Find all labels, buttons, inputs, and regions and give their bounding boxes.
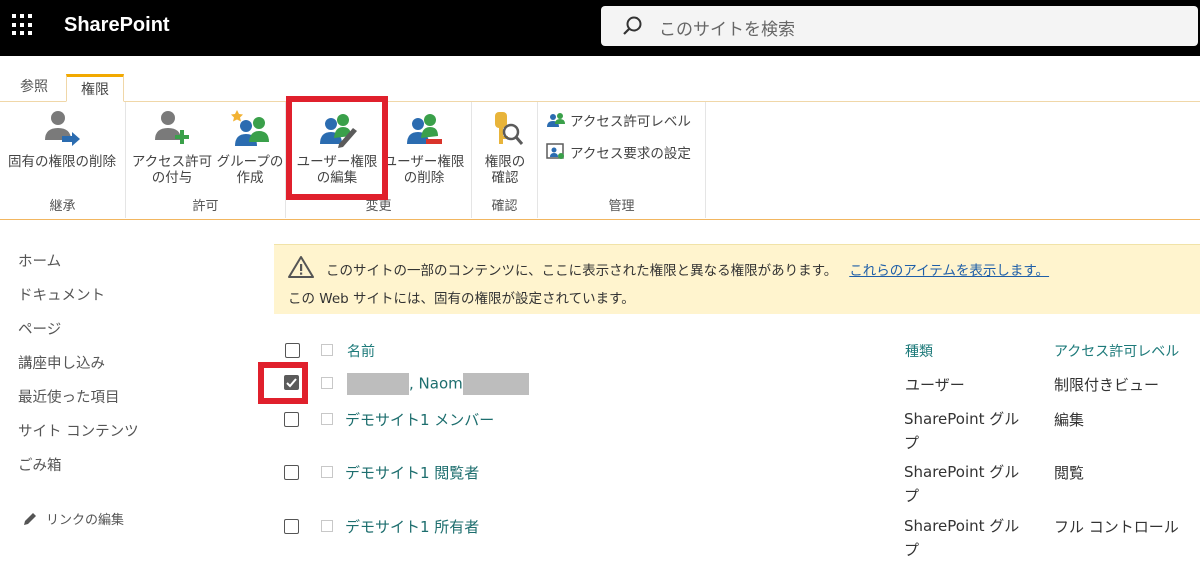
warning-icon xyxy=(288,256,314,278)
type-icon-header xyxy=(321,344,333,356)
button-label: ユーザー権限 xyxy=(383,154,465,170)
column-header-type[interactable]: 種類 xyxy=(905,341,933,361)
ribbon: 固有の権限の削除 継承 アクセス許可 の付与 グループの 作成 許可 ユーザー権… xyxy=(0,96,1200,220)
nav-item-recycle-bin[interactable]: ごみ箱 xyxy=(18,454,139,488)
table-row-level: フル コントロール xyxy=(1054,518,1179,536)
unique-permissions-text: この Web サイトには、固有の権限が設定されています。 xyxy=(288,291,635,307)
search-box[interactable]: このサイトを検索 xyxy=(601,6,1198,46)
type-line: SharePoint グル xyxy=(904,517,1020,535)
access-request-icon xyxy=(546,143,564,159)
check-permissions-button[interactable]: 権限の 確認 xyxy=(472,108,538,186)
row-type-icon xyxy=(321,466,333,478)
table-row-type: SharePoint グル プ xyxy=(904,514,1019,562)
highlight-box xyxy=(286,96,388,200)
warning-message: このサイトの一部のコンテンツに、ここに表示された権限と異なる権限があります。 xyxy=(326,263,838,279)
warning-text: このサイトの一部のコンテンツに、ここに表示された権限と異なる権限があります。 これ… xyxy=(326,259,1049,279)
edit-links-label: リンクの編集 xyxy=(46,513,125,528)
show-items-link[interactable]: これらのアイテムを表示します。 xyxy=(849,263,1049,279)
group-grant: アクセス許可 の付与 グループの 作成 許可 xyxy=(126,102,286,218)
grant-permissions-button[interactable]: アクセス許可 の付与 xyxy=(130,108,214,186)
row-checkbox[interactable] xyxy=(284,465,299,480)
button-label: アクセス許可 xyxy=(131,154,213,170)
table-row-name[interactable]: デモサイト1 メンバー xyxy=(345,409,494,430)
type-line: プ xyxy=(904,541,920,559)
row-checkbox[interactable] xyxy=(284,375,299,390)
button-label: 権限の xyxy=(484,154,526,170)
redacted-block xyxy=(462,373,529,395)
row-checkbox[interactable] xyxy=(284,519,299,534)
type-line: プ xyxy=(904,487,920,505)
group-label: 確認 xyxy=(491,199,518,214)
highlight-box xyxy=(258,362,308,404)
group-check: 権限の 確認 確認 xyxy=(472,102,538,218)
group-label: 継承 xyxy=(49,199,76,214)
table-row-name[interactable]: デモサイト1 閲覧者 xyxy=(345,462,479,483)
app-name[interactable]: SharePoint xyxy=(64,14,170,37)
button-label: の付与 xyxy=(151,170,193,186)
button-label: 確認 xyxy=(491,170,519,186)
pencil-icon xyxy=(24,512,36,525)
tab-permissions[interactable]: 権限 xyxy=(66,74,124,102)
group-inheritance: 固有の権限の削除 継承 xyxy=(0,102,126,218)
app-launcher-icon[interactable] xyxy=(12,14,34,36)
table-row-level: 制限付きビュー xyxy=(1054,376,1160,394)
table-row-type: ユーザー xyxy=(905,376,965,394)
nav-item-documents[interactable]: ドキュメント xyxy=(18,284,139,318)
nav-item-course-signup[interactable]: 講座申し込み xyxy=(18,352,139,386)
left-navigation: ホーム ドキュメント ページ 講座申し込み 最近使った項目 サイト コンテンツ … xyxy=(18,250,139,488)
create-group-button[interactable]: グループの 作成 xyxy=(214,108,286,186)
column-header-name[interactable]: 名前 xyxy=(347,341,375,361)
nav-item-pages[interactable]: ページ xyxy=(18,318,139,352)
nav-item-recent[interactable]: 最近使った項目 xyxy=(18,386,139,420)
table-row-level: 編集 xyxy=(1054,411,1085,429)
button-label: の削除 xyxy=(403,170,445,186)
warning-bar: このサイトの一部のコンテンツに、ここに表示された権限と異なる権限があります。 これ… xyxy=(274,244,1200,314)
permission-levels-button[interactable]: アクセス許可レベル xyxy=(546,110,691,130)
user-arrow-icon xyxy=(45,111,80,146)
group-label: 管理 xyxy=(608,199,635,214)
stop-inheriting-button[interactable]: 固有の権限の削除 xyxy=(0,108,124,170)
suite-bar: SharePoint このサイトを検索 xyxy=(0,0,1200,56)
user-add-icon xyxy=(155,111,189,144)
row-type-icon xyxy=(321,520,333,532)
type-line: SharePoint グル xyxy=(904,410,1020,428)
users-small-icon xyxy=(547,113,565,127)
button-label: アクセス許可レベル xyxy=(570,114,691,130)
search-placeholder: このサイトを検索 xyxy=(659,20,795,40)
button-label: アクセス要求の設定 xyxy=(570,146,691,162)
redacted-block xyxy=(347,373,409,395)
table-row-name[interactable]: デモサイト1 所有者 xyxy=(345,516,479,537)
button-label: 固有の権限の削除 xyxy=(8,154,116,170)
row-checkbox[interactable] xyxy=(284,412,299,427)
ribbon-tab-row: 参照 権限 xyxy=(0,56,1200,102)
table-row-type: SharePoint グル プ xyxy=(904,407,1019,455)
row-type-icon xyxy=(321,377,333,389)
remove-user-permissions-button[interactable]: ユーザー権限 の削除 xyxy=(382,108,466,186)
button-label: グループの xyxy=(216,154,284,170)
type-line: プ xyxy=(904,434,920,452)
type-line: SharePoint グル xyxy=(904,463,1020,481)
select-all-checkbox[interactable] xyxy=(285,343,300,358)
tab-browse[interactable]: 参照 xyxy=(8,74,60,102)
group-star-icon xyxy=(231,110,269,146)
row-name-visible: , Naom xyxy=(409,374,463,393)
nav-item-home[interactable]: ホーム xyxy=(18,250,139,284)
row-type-icon xyxy=(321,413,333,425)
group-manage: アクセス許可レベル アクセス要求の設定 管理 xyxy=(538,102,706,218)
table-row-name[interactable]: , Naom xyxy=(347,373,529,395)
group-label: 許可 xyxy=(192,199,219,214)
table-row-level: 閲覧 xyxy=(1054,464,1085,482)
group-remove-icon xyxy=(407,114,442,144)
table-row-type: SharePoint グル プ xyxy=(904,460,1019,508)
access-request-settings-button[interactable]: アクセス要求の設定 xyxy=(546,142,691,162)
search-icon xyxy=(623,16,642,35)
key-magnifier-icon xyxy=(495,112,524,145)
nav-item-site-contents[interactable]: サイト コンテンツ xyxy=(18,420,139,454)
column-header-permission-level[interactable]: アクセス許可レベル xyxy=(1054,341,1179,361)
edit-links-button[interactable]: リンクの編集 xyxy=(22,509,124,528)
button-label: 作成 xyxy=(236,170,264,186)
checkmark-icon xyxy=(286,378,297,388)
